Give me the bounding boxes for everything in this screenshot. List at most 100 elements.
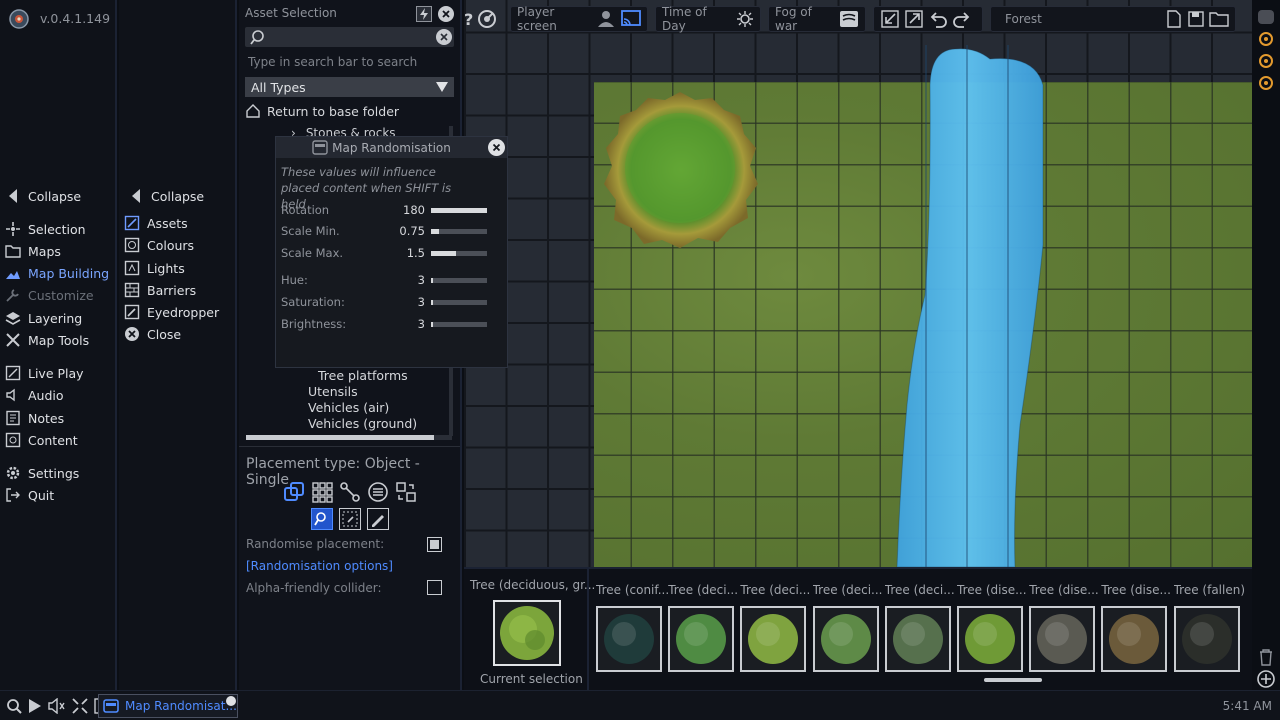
slider-track[interactable] [431, 277, 487, 283]
slider-track[interactable] [431, 207, 487, 213]
volume-icon[interactable] [48, 698, 66, 714]
rotation-slider[interactable]: Rotation 180 [281, 203, 487, 217]
nav-item-quit[interactable]: Quit [4, 485, 54, 505]
randomise-placement-checkbox[interactable] [427, 537, 442, 552]
fullscreen-icon[interactable] [72, 698, 88, 714]
slider-track[interactable] [431, 299, 487, 305]
swap-placement-icon[interactable] [395, 481, 417, 503]
save-icon[interactable] [1187, 10, 1205, 28]
area-tool-icon[interactable] [339, 508, 361, 530]
close-dialog-icon[interactable] [488, 139, 505, 156]
randomisation-options-link[interactable]: [Randomisation options] [246, 559, 393, 573]
nav-item-content[interactable]: Content [4, 430, 78, 450]
collapse-label: Collapse [151, 188, 205, 204]
clear-search-icon[interactable] [436, 29, 452, 45]
dice-icon [312, 140, 328, 155]
asset-thumb[interactable] [957, 606, 1023, 672]
alpha-collider-checkbox[interactable] [427, 580, 442, 595]
dialog-header[interactable]: Map Randomisation [276, 137, 507, 158]
nav-item-close[interactable]: Close [123, 324, 181, 344]
asset-thumb[interactable] [812, 606, 879, 672]
nav-item-customize[interactable]: Customize [4, 285, 94, 305]
asset-thumb[interactable] [884, 606, 951, 672]
grid-placement-icon[interactable] [311, 481, 333, 503]
nav-item-settings[interactable]: Settings [4, 463, 79, 483]
lightning-icon[interactable] [416, 6, 432, 22]
nav-item-assets[interactable]: Assets [123, 213, 188, 233]
help-icon[interactable]: ? [464, 10, 473, 29]
slider-track[interactable] [431, 321, 487, 327]
nav-item-lights[interactable]: Lights [123, 258, 185, 278]
current-selection-name: Tree (deciduous, gr... [470, 578, 596, 592]
gear-icon [4, 464, 22, 482]
cast-icon[interactable] [621, 10, 641, 28]
asset-thumb[interactable] [596, 606, 662, 672]
nav-item-map-tools[interactable]: Map Tools [4, 330, 89, 350]
redo-icon[interactable] [952, 9, 972, 29]
open-folder-icon[interactable] [1209, 10, 1229, 28]
radar-icon[interactable] [477, 9, 497, 29]
trash-icon[interactable] [1258, 648, 1274, 666]
slider-track[interactable] [431, 228, 487, 234]
close-panel-icon[interactable] [438, 6, 454, 22]
brightness-slider[interactable]: Brightness: 3 [281, 317, 487, 331]
player-screen-group[interactable]: Player screen [510, 5, 648, 33]
folder-item[interactable]: Vehicles (air) [308, 400, 389, 415]
hue-slider[interactable]: Hue: 3 [281, 273, 487, 287]
content-icon [4, 431, 22, 449]
horizontal-scrollbar[interactable] [246, 435, 452, 440]
edit-tool-icon[interactable] [367, 508, 389, 530]
brush-tool-icon[interactable] [311, 508, 333, 530]
taskbar-window-button[interactable]: Map Randomisat... [98, 694, 238, 718]
fog-of-war-group[interactable]: Fog of war [768, 5, 866, 33]
asset-thumb[interactable] [668, 606, 735, 672]
folder-item[interactable]: Vehicles (ground) [308, 416, 417, 431]
scale-min-slider[interactable]: Scale Min. 0.75 [281, 224, 487, 238]
nav-item-selection[interactable]: Selection [4, 219, 86, 239]
asset-thumb[interactable] [740, 606, 807, 672]
scroll-thumb[interactable] [246, 435, 434, 440]
notification-icon[interactable] [1259, 32, 1273, 46]
play-icon[interactable] [28, 698, 42, 714]
notification-icon[interactable] [1259, 76, 1273, 90]
asset-thumb[interactable] [1101, 606, 1168, 672]
nav-item-layering[interactable]: Layering [4, 308, 82, 328]
asset-thumb[interactable] [1173, 606, 1240, 672]
nav-item-live-play[interactable]: Live Play [4, 363, 84, 383]
list-placement-icon[interactable] [367, 481, 389, 503]
type-select[interactable]: All Types [245, 77, 454, 97]
asset-thumb[interactable] [1029, 606, 1096, 672]
notification-icon[interactable] [1259, 54, 1273, 68]
time-of-day-group[interactable]: Time of Day [655, 5, 761, 33]
export-icon[interactable] [904, 9, 924, 29]
slider-track[interactable] [431, 250, 487, 256]
nav-label: Close [147, 326, 182, 342]
collapse-button[interactable]: Collapse [4, 186, 81, 206]
current-selection-thumb[interactable] [493, 600, 561, 666]
folder-item[interactable]: Utensils [308, 384, 358, 399]
scale-max-slider[interactable]: Scale Max. 1.5 [281, 246, 487, 260]
undo-icon[interactable] [928, 9, 948, 29]
nav-item-audio[interactable]: Audio [4, 385, 64, 405]
folder-item[interactable]: Tree platforms [318, 368, 408, 383]
single-placement-icon[interactable] [283, 481, 305, 503]
nav-item-maps[interactable]: Maps [4, 241, 61, 261]
nav-item-notes[interactable]: Notes [4, 408, 64, 428]
close-window-icon[interactable] [226, 696, 236, 706]
path-placement-icon[interactable] [339, 481, 361, 503]
gamepad-icon[interactable] [1258, 10, 1274, 24]
strip-scroll-thumb[interactable] [984, 678, 1042, 682]
return-to-base-folder[interactable]: Return to base folder [245, 103, 399, 119]
new-file-icon[interactable] [1165, 10, 1183, 28]
collapse-button-secondary[interactable]: Collapse [127, 186, 204, 206]
tree-placed[interactable] [600, 88, 760, 250]
import-icon[interactable] [880, 9, 900, 29]
nav-item-barriers[interactable]: Barriers [123, 280, 196, 300]
nav-item-map-building[interactable]: Map Building [4, 263, 109, 283]
nav-item-eyedropper[interactable]: Eyedropper [123, 302, 219, 322]
nav-item-colours[interactable]: Colours [123, 235, 194, 255]
add-icon[interactable] [1256, 669, 1276, 689]
search-input[interactable] [245, 27, 454, 47]
saturation-slider[interactable]: Saturation: 3 [281, 295, 487, 309]
search-icon[interactable] [6, 698, 22, 714]
